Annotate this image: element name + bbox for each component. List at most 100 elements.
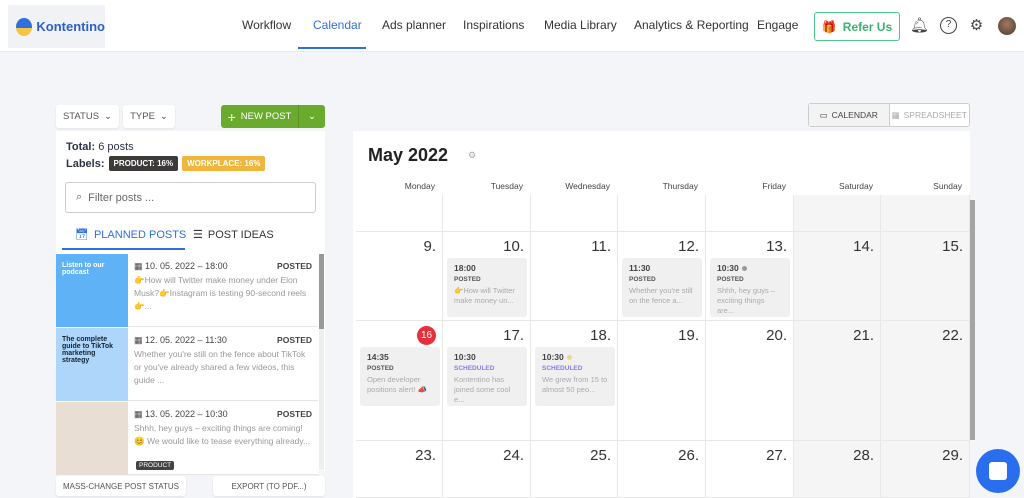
refer-us-button[interactable]: 🎁 Refer Us bbox=[814, 12, 900, 41]
month-settings-icon[interactable]: ⚙ bbox=[468, 150, 476, 161]
day-number: 24. bbox=[503, 447, 524, 464]
day-cell[interactable]: 16 14:35 POSTED Open developer positions … bbox=[356, 321, 443, 441]
weekday-header: Tuesday bbox=[490, 181, 523, 191]
day-cell[interactable]: 15. bbox=[881, 232, 970, 321]
label-product[interactable]: PRODUCT: 16% bbox=[108, 156, 179, 171]
gear-icon[interactable]: ⚙ bbox=[968, 17, 985, 34]
post-date: ▦ 13. 05. 2022 – 10:30 bbox=[134, 409, 228, 419]
calendar-event[interactable]: 10:30 SCHEDULED Kontentino has joined so… bbox=[447, 347, 527, 406]
day-cell[interactable]: 26. bbox=[618, 441, 706, 498]
spreadsheet-view-button[interactable]: ▦ SPREADSHEET bbox=[890, 104, 970, 126]
day-cell[interactable]: 20. bbox=[706, 321, 794, 441]
calendar-event[interactable]: 18:00 POSTED 👉How will Twitter make mone… bbox=[447, 258, 527, 317]
event-text: Shhh, hey guys – exciting things are... bbox=[717, 286, 775, 315]
tab-post-ideas[interactable]: ☰ POST IDEAS bbox=[193, 228, 274, 242]
weekday-header: Wednesday bbox=[565, 181, 610, 191]
filter-posts-input[interactable]: ⌕ Filter posts ... bbox=[65, 182, 316, 213]
day-cell[interactable]: 14. bbox=[794, 232, 881, 321]
day-number: 18. bbox=[590, 327, 611, 344]
day-number: 20. bbox=[766, 327, 787, 344]
nav-engage[interactable]: Engage bbox=[757, 18, 798, 32]
day-cell[interactable]: 27. bbox=[706, 441, 794, 498]
nav-ads-planner[interactable]: Ads planner bbox=[382, 18, 446, 32]
day-cell[interactable]: 25. bbox=[531, 441, 618, 498]
status-filter[interactable]: STATUS ⌄ bbox=[56, 105, 119, 128]
label-workplace[interactable]: WORKPLACE: 16% bbox=[182, 156, 266, 171]
post-list-item[interactable]: The complete guide to TikTok marketing s… bbox=[56, 328, 318, 401]
view-toggle: ▭ CALENDAR ▦ SPREADSHEET bbox=[808, 103, 970, 127]
total-posts: Total: 6 posts bbox=[66, 141, 134, 153]
label-dot-icon bbox=[566, 355, 572, 361]
calendar-icon: ▭ bbox=[819, 109, 828, 120]
export-button[interactable]: EXPORT (TO PDF...) bbox=[213, 476, 325, 496]
day-cell[interactable]: 13. 10:30 POSTED Shhh, hey guys – excitin… bbox=[706, 232, 794, 321]
logo[interactable]: Kontentino bbox=[8, 5, 105, 48]
day-cell[interactable]: 28. bbox=[794, 441, 881, 498]
post-list-item[interactable]: Listen to our podcast ▦ 10. 05. 2022 – 1… bbox=[56, 254, 318, 327]
day-cell[interactable] bbox=[706, 195, 794, 232]
day-cell[interactable] bbox=[531, 195, 618, 232]
nav-analytics[interactable]: Analytics & Reporting bbox=[634, 18, 749, 32]
post-status: POSTED bbox=[277, 335, 312, 345]
day-cell[interactable]: 19. bbox=[618, 321, 706, 441]
nav-inspirations[interactable]: Inspirations bbox=[463, 18, 524, 32]
nav-calendar[interactable]: Calendar bbox=[313, 18, 362, 32]
type-filter[interactable]: TYPE ⌄ bbox=[123, 105, 175, 128]
day-cell[interactable]: 29. bbox=[881, 441, 970, 498]
post-list-item[interactable]: ▦ 13. 05. 2022 – 10:30 POSTED Shhh, hey … bbox=[56, 402, 318, 475]
mass-change-button[interactable]: MASS-CHANGE POST STATUS bbox=[56, 476, 186, 496]
day-cell[interactable] bbox=[618, 195, 706, 232]
new-post-dropdown[interactable]: ⌄ bbox=[299, 105, 325, 128]
event-time: 18:00 bbox=[454, 263, 476, 273]
tab-planned-posts[interactable]: 📅︎ PLANNED POSTS bbox=[75, 228, 186, 242]
nav-media-library[interactable]: Media Library bbox=[544, 18, 617, 32]
day-cell[interactable]: 17. 10:30 SCHEDULED Kontentino has joined… bbox=[443, 321, 531, 441]
day-cell[interactable]: 9. bbox=[356, 232, 443, 321]
nav-workflow[interactable]: Workflow bbox=[242, 18, 291, 32]
day-cell[interactable] bbox=[794, 195, 881, 232]
posts-scrollbar[interactable] bbox=[319, 254, 324, 470]
calendar-view-button[interactable]: ▭ CALENDAR bbox=[809, 104, 890, 126]
chat-button[interactable] bbox=[976, 449, 1020, 493]
day-cell[interactable] bbox=[881, 195, 970, 232]
day-cell[interactable] bbox=[356, 195, 443, 232]
day-cell[interactable] bbox=[443, 195, 531, 232]
status-label: STATUS bbox=[62, 111, 100, 122]
chevron-down-icon: ⌄ bbox=[159, 111, 168, 122]
event-status: SCHEDULED bbox=[454, 365, 495, 372]
new-post-label: NEW POST bbox=[240, 111, 292, 122]
bell-icon[interactable]: 🔔︎ bbox=[910, 17, 929, 34]
day-cell[interactable]: 10. 18:00 POSTED 👉How will Twitter make m… bbox=[443, 232, 531, 321]
search-icon: ⌕ bbox=[76, 191, 83, 203]
logo-text: Kontentino bbox=[36, 19, 105, 34]
avatar[interactable] bbox=[998, 17, 1016, 35]
event-text: We grew from 15 to almost 50 peo... bbox=[542, 375, 608, 394]
active-tab-indicator bbox=[62, 248, 185, 250]
post-text: Shhh, hey guys – exciting things are com… bbox=[134, 423, 311, 446]
stack-icon: ☰ bbox=[193, 229, 203, 241]
day-cell[interactable]: 12. 11:30 POSTED Whether you're still on … bbox=[618, 232, 706, 321]
day-number: 22. bbox=[942, 327, 963, 344]
event-status: POSTED bbox=[717, 276, 744, 283]
day-cell[interactable]: 11. bbox=[531, 232, 618, 321]
new-post-button[interactable]: + NEW POST ⌄ bbox=[221, 105, 325, 128]
calendar-event[interactable]: 11:30 POSTED Whether you're still on the… bbox=[622, 258, 702, 317]
calendar-icon: 📅︎ bbox=[75, 229, 89, 241]
calendar-event[interactable]: 10:30 SCHEDULED We grew from 15 to almos… bbox=[535, 347, 615, 406]
event-time: 10:30 bbox=[454, 352, 476, 362]
day-cell[interactable]: 24. bbox=[443, 441, 531, 498]
day-cell[interactable]: 21. bbox=[794, 321, 881, 441]
day-cell[interactable]: 22. bbox=[881, 321, 970, 441]
day-cell[interactable]: 23. bbox=[356, 441, 443, 498]
day-number: 21. bbox=[853, 327, 874, 344]
grid-icon: ▦ bbox=[891, 109, 900, 120]
weekday-header: Monday bbox=[404, 181, 435, 191]
calendar-event[interactable]: 14:35 POSTED Open developer positions al… bbox=[360, 347, 440, 406]
filter-placeholder: Filter posts ... bbox=[88, 191, 155, 204]
calendar-event[interactable]: 10:30 POSTED Shhh, hey guys – exciting t… bbox=[710, 258, 790, 317]
help-icon[interactable]: ? bbox=[940, 17, 957, 34]
day-cell[interactable]: 18. 10:30 SCHEDULED We grew from 15 to al… bbox=[531, 321, 618, 441]
day-number: 12. bbox=[678, 238, 699, 255]
day-number: 28. bbox=[853, 447, 874, 464]
calendar-scrollbar[interactable] bbox=[970, 200, 975, 440]
